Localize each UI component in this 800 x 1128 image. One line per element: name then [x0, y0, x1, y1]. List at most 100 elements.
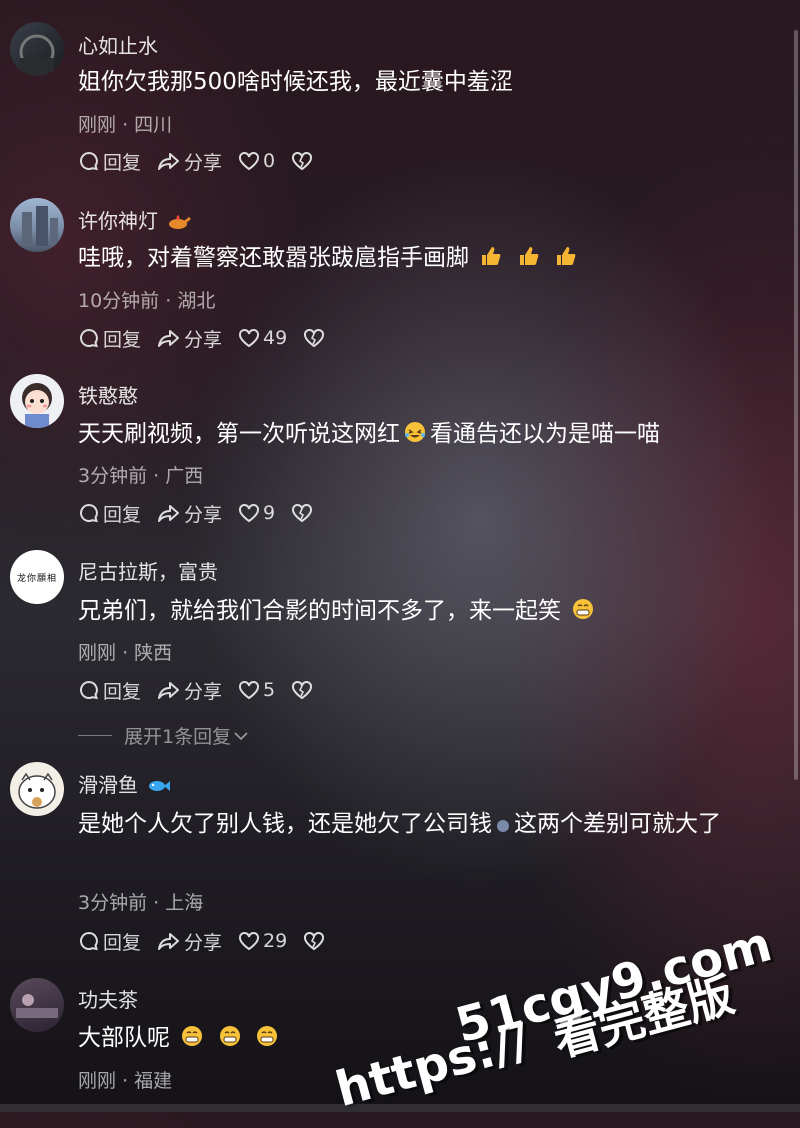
like-button[interactable]: 0 — [238, 150, 275, 172]
user-name[interactable]: 尼古拉斯，富贵 — [78, 556, 218, 585]
share-button[interactable]: 分享 — [157, 500, 222, 527]
avatar-image — [19, 34, 55, 76]
avatar-image — [22, 206, 58, 246]
divider — [78, 735, 112, 736]
bottom-bar-edge — [0, 1104, 800, 1112]
comment-time: 刚刚 — [78, 1070, 117, 1092]
like-count: 49 — [263, 327, 288, 349]
share-button[interactable]: 分享 — [157, 677, 222, 704]
scrollbar[interactable] — [794, 30, 798, 780]
broken-heart-icon — [304, 931, 325, 951]
comment-time: 10分钟前 — [78, 290, 160, 312]
user-name[interactable]: 铁憨憨 — [78, 380, 138, 409]
comment-bubble-icon — [80, 151, 98, 171]
broken-heart-icon — [292, 503, 313, 523]
thumbs-up-emoji — [519, 247, 539, 265]
thumbs-up-emoji — [556, 247, 576, 265]
avatar[interactable] — [10, 22, 64, 76]
share-button[interactable]: 分享 — [157, 148, 222, 175]
heart-icon — [239, 151, 260, 171]
reply-button[interactable]: 回复 — [78, 325, 141, 352]
comment-actions: 回复 分享 49 — [78, 325, 344, 351]
reply-button[interactable]: 回复 — [78, 677, 141, 704]
reply-button[interactable]: 回复 — [78, 928, 141, 955]
avatar-image — [22, 383, 52, 428]
thinking-emoji — [497, 820, 509, 832]
comment-actions: 回复 分享 9 — [78, 500, 332, 526]
thumbs-up-emoji — [482, 247, 501, 265]
comment-location: 湖北 — [177, 290, 216, 312]
comment-actions: 回复 分享 5 — [78, 677, 332, 703]
share-arrow-icon — [158, 682, 180, 699]
comment-location: 上海 — [165, 892, 204, 914]
broken-heart-icon — [292, 151, 313, 171]
dislike-button[interactable] — [303, 328, 328, 348]
comment-bubble-icon — [80, 328, 98, 348]
comment-text: 天天刷视频，第一次听说这网红 看通告还以为是喵一喵 — [78, 421, 660, 447]
comment-location: 广西 — [165, 465, 204, 487]
share-arrow-icon — [158, 330, 180, 347]
share-arrow-icon — [158, 933, 180, 950]
comment-bubble-icon — [80, 503, 98, 523]
avatar[interactable] — [10, 978, 64, 1032]
user-name[interactable]: 滑滑鱼 — [78, 769, 174, 798]
grin-emoji — [256, 1026, 277, 1046]
like-button[interactable]: 29 — [238, 930, 287, 952]
grin-emoji — [182, 1026, 203, 1046]
avatar[interactable] — [10, 762, 64, 816]
like-button[interactable]: 49 — [238, 327, 287, 349]
broken-heart-icon — [304, 328, 325, 348]
like-button[interactable]: 5 — [238, 679, 275, 701]
top-header-cutoff — [0, 0, 220, 10]
broken-heart-icon — [292, 680, 313, 700]
comment-time: 3分钟前 — [78, 465, 148, 487]
comment-actions: 回复 分享 29 — [78, 928, 344, 954]
share-button[interactable]: 分享 — [157, 928, 222, 955]
comment-bubble-icon — [80, 680, 98, 700]
avatar[interactable] — [10, 374, 64, 428]
heart-icon — [239, 503, 260, 523]
expand-replies-button[interactable]: 展开1条回复 — [78, 722, 249, 749]
comment-location: 四川 — [134, 114, 173, 136]
avatar[interactable]: 龙你願相 — [10, 550, 64, 604]
dislike-button[interactable] — [303, 931, 328, 951]
comment-meta: 刚刚 · 四川 — [78, 114, 173, 136]
like-count: 5 — [263, 679, 276, 701]
dislike-button[interactable] — [291, 503, 316, 523]
laughing-emoji — [405, 422, 425, 442]
dislike-button[interactable] — [291, 680, 316, 700]
reply-button[interactable]: 回复 — [78, 148, 141, 175]
like-button[interactable]: 9 — [238, 502, 275, 524]
fish-emoji — [149, 781, 171, 791]
user-name[interactable]: 心如止水 — [78, 30, 158, 59]
avatar-image — [18, 772, 56, 809]
user-name[interactable]: 许你神灯 — [78, 205, 194, 234]
comment-time: 刚刚 — [78, 114, 117, 136]
grin-emoji — [219, 1026, 240, 1046]
comment-text: 是她个人欠了别人钱，还是她欠了公司钱 这两个差别可就大了 — [78, 811, 721, 837]
comment-text: 哇哦，对着警察还敢嚣张跋扈指手画脚 — [78, 242, 758, 274]
comment-text: 兄弟们，就给我们合影的时间不多了，来一起笑 — [78, 595, 758, 627]
comment-bubble-icon — [80, 931, 98, 951]
heart-icon — [239, 328, 260, 348]
user-name[interactable]: 功夫茶 — [78, 984, 138, 1013]
reply-button[interactable]: 回复 — [78, 500, 141, 527]
share-arrow-icon — [158, 505, 180, 522]
avatar[interactable] — [10, 198, 64, 252]
share-arrow-icon — [158, 153, 180, 170]
like-count: 0 — [263, 150, 276, 172]
comment-meta: 刚刚 · 福建 — [78, 1070, 173, 1092]
like-count: 29 — [263, 930, 288, 952]
comment-location: 福建 — [134, 1070, 173, 1092]
comment-text: 姐你欠我那500啥时候还我，最近囊中羞涩 — [78, 69, 513, 95]
comment-time: 3分钟前 — [78, 892, 148, 914]
dislike-button[interactable] — [291, 151, 316, 171]
heart-icon — [239, 931, 260, 951]
comment-meta: 3分钟前 · 上海 — [78, 892, 204, 914]
avatar-image — [16, 994, 58, 1018]
comment-actions: 回复 分享 0 — [78, 148, 332, 174]
share-button[interactable]: 分享 — [157, 325, 222, 352]
comment-meta: 3分钟前 · 广西 — [78, 465, 204, 487]
comment-meta: 刚刚 · 陕西 — [78, 642, 173, 664]
chevron-down-icon — [234, 731, 248, 740]
